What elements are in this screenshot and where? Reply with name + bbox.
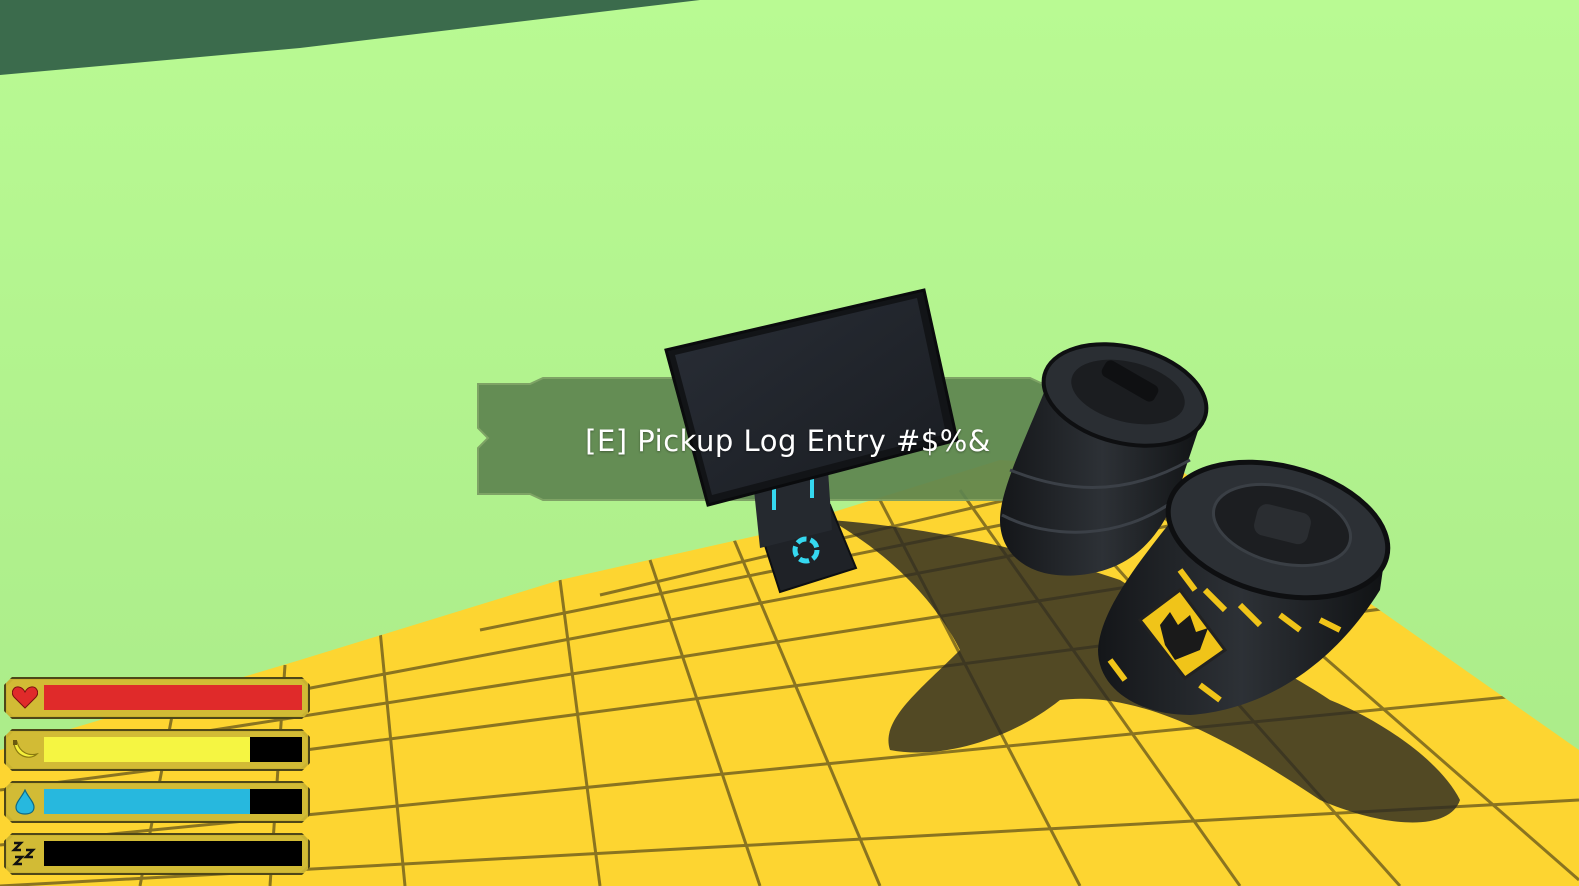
- banana-icon: [10, 735, 40, 765]
- hunger-bar: [4, 729, 310, 771]
- thirst-bar: [4, 781, 310, 823]
- sleep-zzz-icon: [10, 839, 40, 869]
- sleep-bar: [4, 833, 310, 875]
- heart-icon: [10, 683, 40, 713]
- thirst-fill: [44, 789, 251, 814]
- hunger-fill: [44, 737, 251, 762]
- health-bar: [4, 677, 310, 719]
- interaction-prompt: [E] Pickup Log Entry #$%&: [585, 424, 991, 458]
- water-drop-icon: [10, 787, 40, 817]
- health-fill: [44, 685, 302, 710]
